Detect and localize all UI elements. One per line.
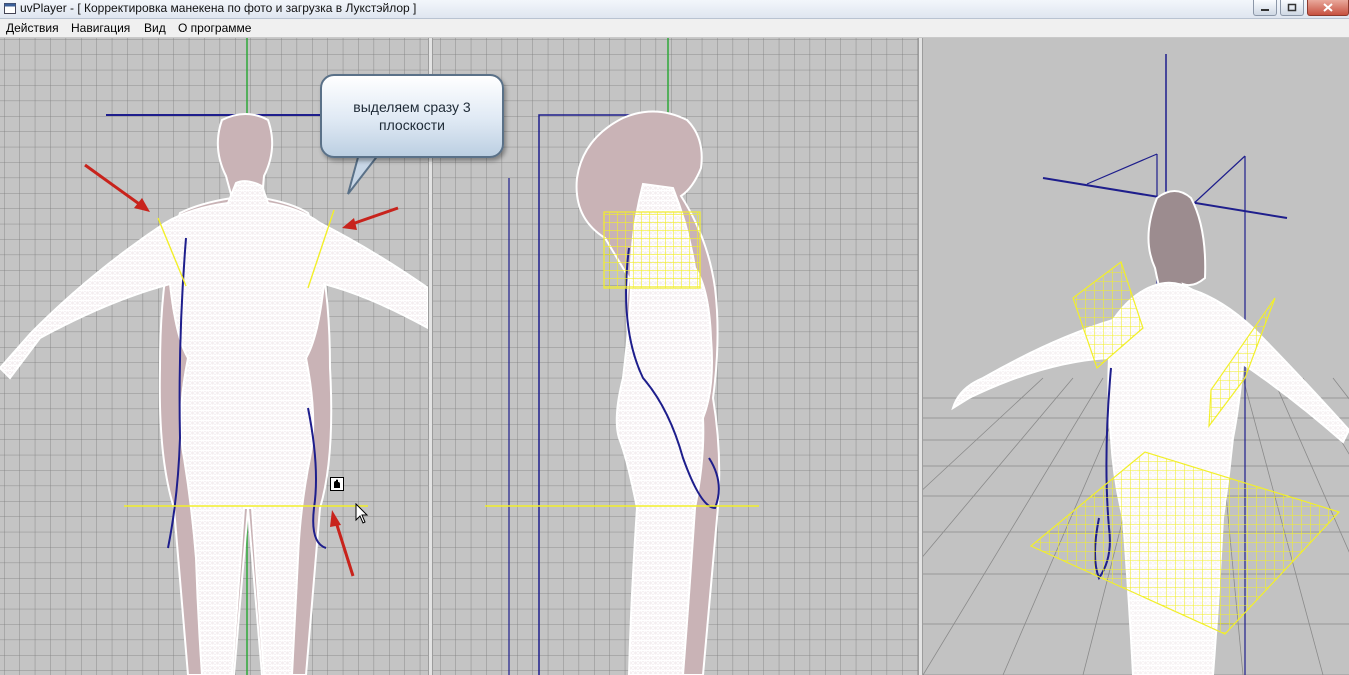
callout-text: выделяем сразу 3 плоскости	[353, 99, 471, 133]
menu-actions[interactable]: Действия	[6, 21, 59, 35]
perspective-viewport[interactable]	[923, 38, 1349, 675]
menu-navigation[interactable]: Навигация	[71, 21, 130, 35]
window-title: uvPlayer - [ Корректировка манекена по ф…	[20, 1, 417, 15]
title-bar: uvPlayer - [ Корректировка манекена по ф…	[0, 0, 1349, 19]
window-icon[interactable]	[4, 3, 16, 14]
hand-cursor-icon	[330, 477, 344, 491]
window-controls	[1250, 0, 1349, 17]
close-icon	[1323, 3, 1333, 12]
close-button[interactable]	[1307, 0, 1349, 16]
maximize-button[interactable]	[1280, 0, 1304, 16]
maximize-icon	[1287, 3, 1297, 12]
menu-about[interactable]: О программе	[178, 21, 251, 35]
menu-bar: Действия Навигация Вид О программе	[0, 19, 1349, 38]
minimize-icon	[1261, 8, 1269, 11]
instruction-callout: выделяем сразу 3 плоскости	[320, 74, 504, 158]
side-viewport[interactable]	[433, 38, 918, 675]
minimize-button[interactable]	[1253, 0, 1277, 16]
mouse-pointer-icon	[355, 503, 369, 524]
menu-view[interactable]: Вид	[144, 21, 166, 35]
shoulder-plane	[603, 211, 701, 289]
